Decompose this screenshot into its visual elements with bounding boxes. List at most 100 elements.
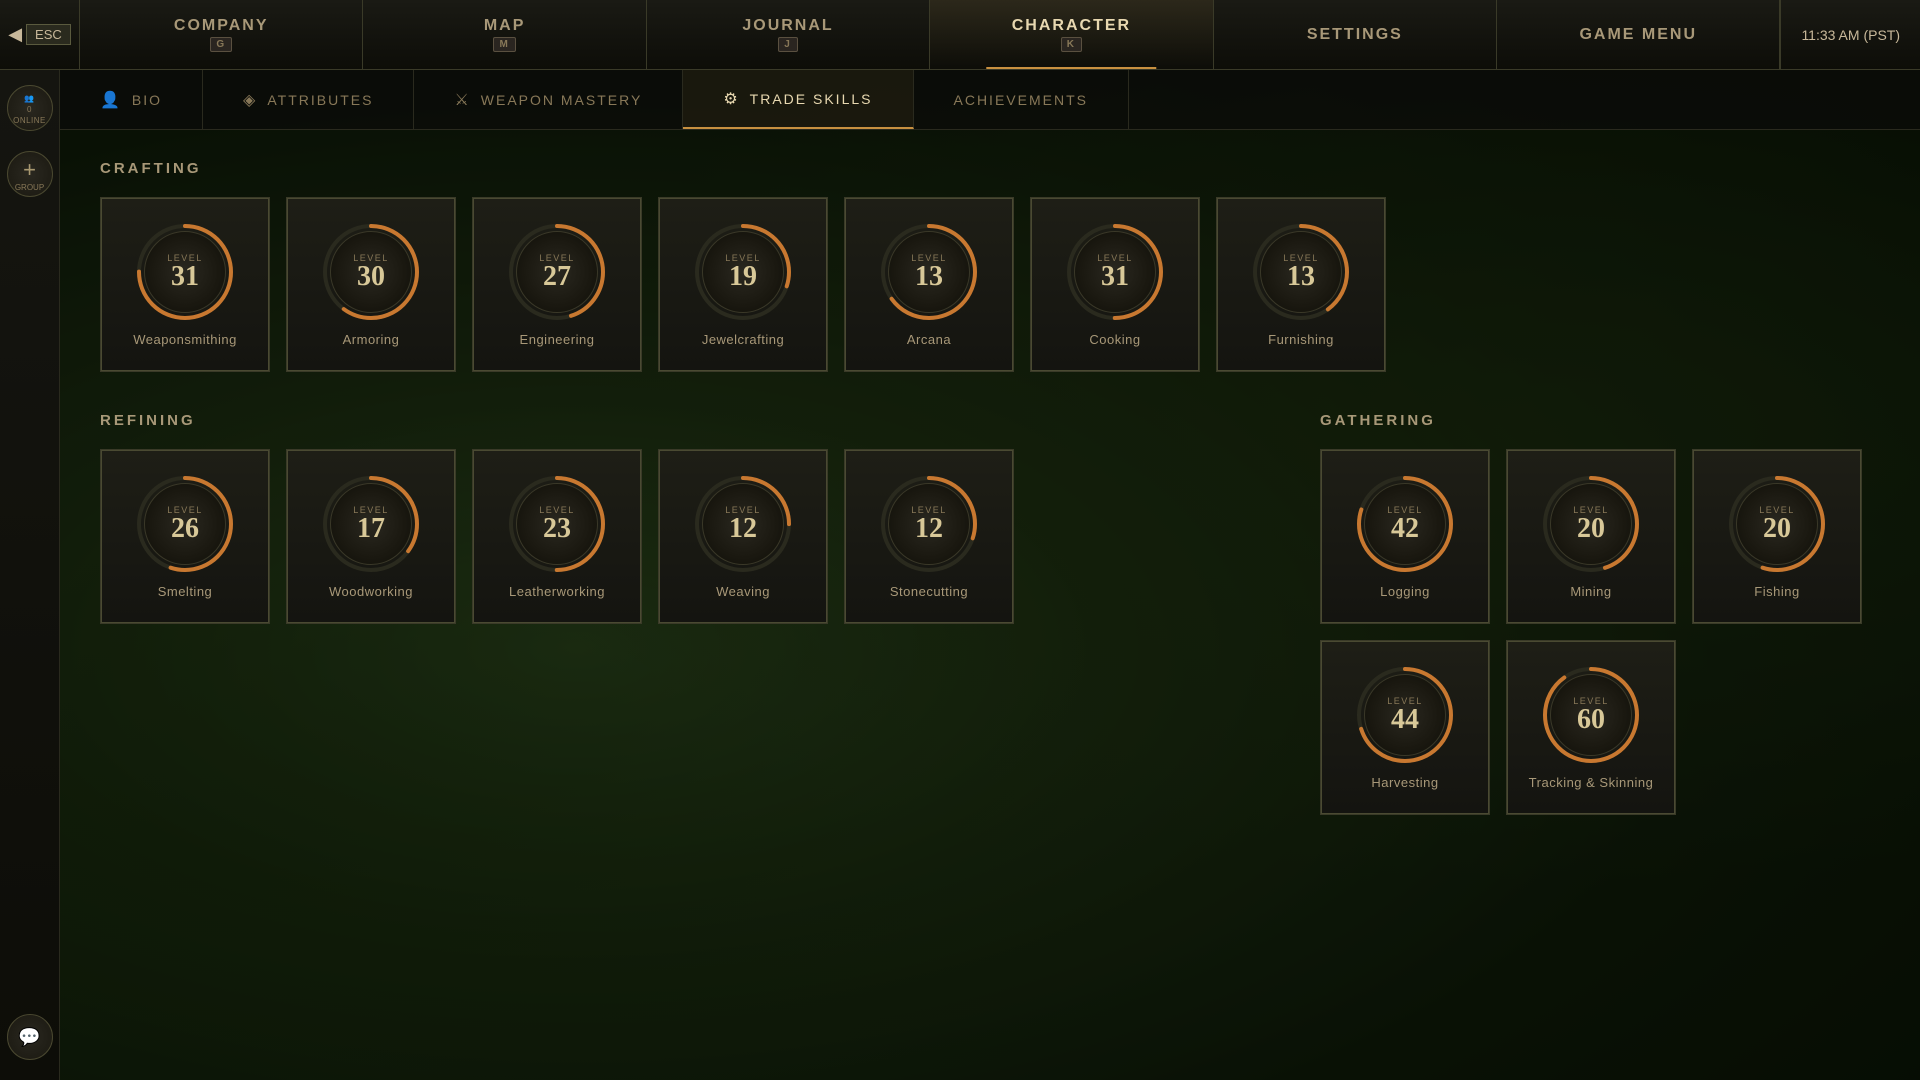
skill-card-engineering[interactable]: LEVEL 27 Engineering xyxy=(472,197,642,372)
crafting-grid: LEVEL 31 Weaponsmithing LEVEL 30 Armorin… xyxy=(100,197,1880,372)
skill-level-display: LEVEL 23 xyxy=(516,483,598,565)
skill-level-display: LEVEL 13 xyxy=(1260,231,1342,313)
tab-bar: 👤 BIO ◈ ATTRIBUTES ⚔ WEAPON MASTERY ⚙ TR… xyxy=(60,70,1920,130)
attributes-icon: ◈ xyxy=(243,90,257,110)
skill-level-display: LEVEL 20 xyxy=(1736,483,1818,565)
skill-card-furnishing[interactable]: LEVEL 13 Furnishing xyxy=(1216,197,1386,372)
skill-level-display: LEVEL 20 xyxy=(1550,483,1632,565)
skill-level-display: LEVEL 12 xyxy=(702,483,784,565)
skill-name: Armoring xyxy=(343,332,400,347)
crafting-section: CRAFTING LEVEL 31 Weaponsmithing LEVEL 3… xyxy=(100,160,1880,372)
bottom-sections: REFINING LEVEL 26 Smelting LEVEL 17 xyxy=(100,412,1880,855)
plus-icon: + xyxy=(23,157,36,183)
tab-achievements[interactable]: ACHIEVEMENTS xyxy=(914,70,1129,129)
trade-icon: ⚙ xyxy=(723,89,739,109)
skill-card-tracking-&-skinning[interactable]: LEVEL 60 Tracking & Skinning xyxy=(1506,640,1676,815)
skill-circle: LEVEL 17 xyxy=(321,474,421,574)
group-label: GROUP xyxy=(15,183,44,192)
skill-card-smelting[interactable]: LEVEL 26 Smelting xyxy=(100,449,270,624)
nav-map[interactable]: MAP M xyxy=(363,0,646,69)
online-count: 0 xyxy=(27,105,32,114)
bio-icon: 👤 xyxy=(100,90,122,110)
nav-items: COMPANY G MAP M JOURNAL J CHARACTER K SE… xyxy=(80,0,1780,69)
skill-level-display: LEVEL 17 xyxy=(330,483,412,565)
skill-level-display: LEVEL 31 xyxy=(144,231,226,313)
skill-name: Cooking xyxy=(1089,332,1140,347)
skill-card-jewelcrafting[interactable]: LEVEL 19 Jewelcrafting xyxy=(658,197,828,372)
skill-card-armoring[interactable]: LEVEL 30 Armoring xyxy=(286,197,456,372)
skill-card-cooking[interactable]: LEVEL 31 Cooking xyxy=(1030,197,1200,372)
skill-level-display: LEVEL 27 xyxy=(516,231,598,313)
nav-settings[interactable]: SETTINGS xyxy=(1214,0,1497,69)
content-area: CRAFTING LEVEL 31 Weaponsmithing LEVEL 3… xyxy=(60,130,1920,1080)
online-icon: 👥 xyxy=(24,94,34,103)
skill-card-weaving[interactable]: LEVEL 12 Weaving xyxy=(658,449,828,624)
skill-level-display: LEVEL 42 xyxy=(1364,483,1446,565)
skill-level-display: LEVEL 26 xyxy=(144,483,226,565)
skill-card-logging[interactable]: LEVEL 42 Logging xyxy=(1320,449,1490,624)
online-button[interactable]: 👥 0 ONLINE xyxy=(7,85,53,131)
skill-name: Weaponsmithing xyxy=(133,332,237,347)
gathering-grid: LEVEL 42 Logging LEVEL 20 Mining LEVEL xyxy=(1320,449,1880,815)
skill-circle: LEVEL 12 xyxy=(693,474,793,574)
skill-card-weaponsmithing[interactable]: LEVEL 31 Weaponsmithing xyxy=(100,197,270,372)
skill-name: Leatherworking xyxy=(509,584,605,599)
skill-circle: LEVEL 26 xyxy=(135,474,235,574)
skill-circle: LEVEL 60 xyxy=(1541,665,1641,765)
skill-circle: LEVEL 27 xyxy=(507,222,607,322)
tab-weapon-mastery[interactable]: ⚔ WEAPON MASTERY xyxy=(414,70,683,129)
nav-journal[interactable]: JOURNAL J xyxy=(647,0,930,69)
skill-card-woodworking[interactable]: LEVEL 17 Woodworking xyxy=(286,449,456,624)
back-button[interactable]: ◀ ESC xyxy=(0,0,80,69)
skill-circle: LEVEL 20 xyxy=(1541,474,1641,574)
skill-name: Logging xyxy=(1380,584,1430,599)
skill-card-arcana[interactable]: LEVEL 13 Arcana xyxy=(844,197,1014,372)
skill-level-display: LEVEL 60 xyxy=(1550,674,1632,756)
skill-circle: LEVEL 31 xyxy=(135,222,235,322)
chat-button[interactable]: 💬 xyxy=(7,1014,53,1060)
sidebar: 👥 0 ONLINE + GROUP 💬 xyxy=(0,70,60,1080)
skill-name: Woodworking xyxy=(329,584,413,599)
tab-attributes[interactable]: ◈ ATTRIBUTES xyxy=(203,70,414,129)
skill-card-stonecutting[interactable]: LEVEL 12 Stonecutting xyxy=(844,449,1014,624)
esc-button[interactable]: ESC xyxy=(26,24,71,45)
skill-level-display: LEVEL 44 xyxy=(1364,674,1446,756)
nav-company[interactable]: COMPANY G xyxy=(80,0,363,69)
group-button[interactable]: + GROUP xyxy=(7,151,53,197)
tab-bio[interactable]: 👤 BIO xyxy=(60,70,203,129)
back-arrow-icon: ◀ xyxy=(8,24,22,45)
skill-circle: LEVEL 42 xyxy=(1355,474,1455,574)
skill-name: Tracking & Skinning xyxy=(1529,775,1654,790)
skill-circle: LEVEL 23 xyxy=(507,474,607,574)
main-content: 👤 BIO ◈ ATTRIBUTES ⚔ WEAPON MASTERY ⚙ TR… xyxy=(60,70,1920,1080)
skill-circle: LEVEL 30 xyxy=(321,222,421,322)
skill-name: Weaving xyxy=(716,584,770,599)
skill-name: Smelting xyxy=(158,584,213,599)
skill-name: Stonecutting xyxy=(890,584,968,599)
skill-name: Fishing xyxy=(1754,584,1799,599)
skill-circle: LEVEL 20 xyxy=(1727,474,1827,574)
clock: 11:33 AM (PST) xyxy=(1780,0,1920,69)
nav-character[interactable]: CHARACTER K xyxy=(930,0,1213,69)
skill-name: Jewelcrafting xyxy=(702,332,784,347)
skill-level-display: LEVEL 19 xyxy=(702,231,784,313)
online-label: ONLINE xyxy=(13,116,46,125)
skill-circle: LEVEL 13 xyxy=(1251,222,1351,322)
tab-trade-skills[interactable]: ⚙ TRADE SKILLS xyxy=(683,70,913,129)
skill-circle: LEVEL 13 xyxy=(879,222,979,322)
skill-circle: LEVEL 44 xyxy=(1355,665,1455,765)
gathering-section: GATHERING LEVEL 42 Logging LEVEL 20 xyxy=(1320,412,1880,855)
skill-circle: LEVEL 12 xyxy=(879,474,979,574)
nav-game-menu[interactable]: GAME MENU xyxy=(1497,0,1780,69)
weapon-icon: ⚔ xyxy=(454,90,470,110)
skill-card-fishing[interactable]: LEVEL 20 Fishing xyxy=(1692,449,1862,624)
refining-section: REFINING LEVEL 26 Smelting LEVEL 17 xyxy=(100,412,1280,855)
skill-card-mining[interactable]: LEVEL 20 Mining xyxy=(1506,449,1676,624)
skill-card-harvesting[interactable]: LEVEL 44 Harvesting xyxy=(1320,640,1490,815)
gathering-title: GATHERING xyxy=(1320,412,1880,429)
refining-grid: LEVEL 26 Smelting LEVEL 17 Woodworking L… xyxy=(100,449,1280,624)
skill-card-leatherworking[interactable]: LEVEL 23 Leatherworking xyxy=(472,449,642,624)
crafting-title: CRAFTING xyxy=(100,160,1880,177)
refining-title: REFINING xyxy=(100,412,1280,429)
skill-level-display: LEVEL 13 xyxy=(888,231,970,313)
